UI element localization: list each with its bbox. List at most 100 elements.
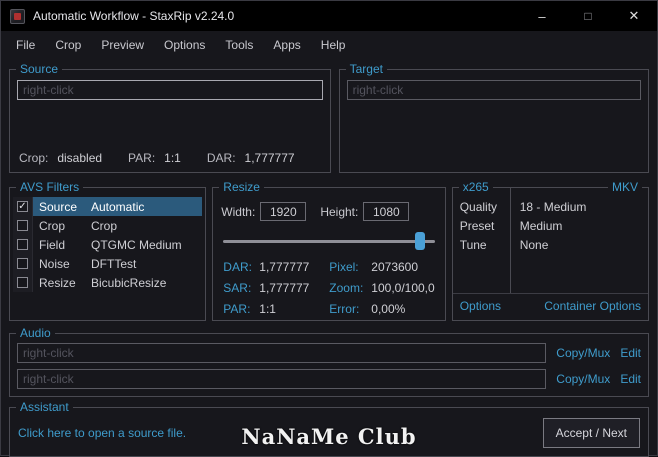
resize-slider-thumb[interactable] bbox=[414, 232, 425, 250]
filter-name: Field bbox=[39, 237, 66, 252]
crop-value: disabled bbox=[57, 151, 103, 165]
window-title: Automatic Workflow - StaxRip v2.24.0 bbox=[33, 9, 235, 23]
audio-track1-copymux-link[interactable]: Copy/Mux bbox=[556, 346, 610, 360]
zoom-value: 100,0/100,0 bbox=[371, 281, 435, 295]
open-source-file-link[interactable]: Click here to open a source file. bbox=[18, 426, 186, 440]
filter-row-noise[interactable]: Noise DFTTest bbox=[13, 254, 202, 273]
app-window: Automatic Workflow - StaxRip v2.24.0 – □… bbox=[0, 0, 658, 457]
quality-value[interactable]: 18 - Medium bbox=[520, 198, 648, 217]
pixel-value: 2073600 bbox=[371, 260, 419, 274]
filter-row-resize[interactable]: Resize BicubicResize bbox=[13, 273, 202, 292]
filter-name: Crop bbox=[39, 218, 66, 233]
filter-value: DFTTest bbox=[91, 256, 137, 271]
encoder-label[interactable]: x265 bbox=[458, 180, 493, 194]
audio-track-2: Copy/Mux Edit bbox=[17, 369, 641, 389]
filter-row-crop[interactable]: Crop Crop bbox=[13, 216, 202, 235]
checkbox-noise[interactable] bbox=[17, 258, 28, 269]
width-input[interactable] bbox=[260, 202, 307, 221]
container-options-link[interactable]: Container Options bbox=[544, 299, 641, 313]
checkbox-resize[interactable] bbox=[17, 277, 28, 288]
filter-row-source[interactable]: ✓ Source Automatic bbox=[13, 197, 203, 216]
par-label: PAR: bbox=[223, 302, 251, 316]
window-controls: – □ ✕ bbox=[519, 1, 657, 31]
error-value: 0,00% bbox=[371, 302, 406, 316]
audio-track2-input[interactable] bbox=[17, 369, 547, 389]
target-groupbox: Target bbox=[338, 62, 649, 173]
resize-stats: DAR: 1,777777 Pixel: 2073600 SAR: 1,7777… bbox=[221, 258, 436, 316]
menu-item-apps[interactable]: Apps bbox=[263, 31, 310, 59]
menu-item-help[interactable]: Help bbox=[311, 31, 356, 59]
par-label: PAR: bbox=[128, 151, 156, 165]
audio-track-1: Copy/Mux Edit bbox=[17, 343, 641, 363]
source-input[interactable] bbox=[17, 80, 323, 100]
filter-value: QTGMC Medium bbox=[91, 237, 182, 252]
avs-filters-group-label: AVS Filters bbox=[16, 180, 84, 194]
filter-value: Automatic bbox=[91, 199, 145, 214]
avs-filters-groupbox: AVS Filters ✓ Source Automatic Crop Crop… bbox=[9, 180, 207, 321]
par-value: 1:1 bbox=[259, 302, 276, 316]
dar-label: DAR: bbox=[223, 260, 252, 274]
audio-track2-copymux-link[interactable]: Copy/Mux bbox=[556, 372, 610, 386]
preset-value[interactable]: Medium bbox=[520, 217, 648, 236]
accept-next-button[interactable]: Accept / Next bbox=[542, 418, 640, 448]
tune-key[interactable]: Tune bbox=[460, 236, 510, 255]
encoder-groupbox: x265 MKV Quality Preset Tune 18 - Medium… bbox=[451, 180, 649, 321]
error-label: Error: bbox=[329, 302, 360, 316]
dar-value: 1,777777 bbox=[244, 151, 295, 165]
zoom-label: Zoom: bbox=[329, 281, 364, 295]
filter-name: Noise bbox=[39, 256, 70, 271]
filter-value: BicubicResize bbox=[91, 275, 167, 290]
menubar: File Crop Preview Options Tools Apps Hel… bbox=[1, 31, 657, 59]
menu-item-file[interactable]: File bbox=[6, 31, 45, 59]
source-stats: Crop: disabled PAR: 1:1 DAR: 1,777777 bbox=[17, 151, 323, 165]
menu-item-options[interactable]: Options bbox=[154, 31, 215, 59]
audio-track1-input[interactable] bbox=[17, 343, 547, 363]
height-label: Height: bbox=[320, 204, 359, 219]
audio-track2-edit-link[interactable]: Edit bbox=[620, 372, 641, 386]
dar-value: 1,777777 bbox=[259, 260, 310, 274]
filter-value: Crop bbox=[91, 218, 118, 233]
minimize-button[interactable]: – bbox=[519, 1, 565, 31]
pixel-label: Pixel: bbox=[329, 260, 359, 274]
crop-label: Crop: bbox=[19, 151, 49, 165]
checkbox-field[interactable] bbox=[17, 239, 28, 250]
container-label[interactable]: MKV bbox=[607, 180, 642, 194]
height-input[interactable] bbox=[363, 202, 410, 221]
menu-item-tools[interactable]: Tools bbox=[215, 31, 263, 59]
checkbox-source[interactable]: ✓ bbox=[17, 201, 28, 212]
resize-groupbox: Resize Width: Height: DAR: 1,777777 bbox=[212, 180, 446, 321]
target-group-label: Target bbox=[345, 62, 387, 76]
tune-value[interactable]: None bbox=[520, 236, 648, 255]
filter-name: Resize bbox=[39, 275, 76, 290]
audio-group-label: Audio bbox=[16, 326, 55, 340]
resize-slider[interactable] bbox=[223, 232, 435, 250]
maximize-button[interactable]: □ bbox=[565, 1, 611, 31]
resize-group-label: Resize bbox=[219, 180, 264, 194]
filter-row-field[interactable]: Field QTGMC Medium bbox=[13, 235, 202, 254]
encoder-setting-values: 18 - Medium Medium None bbox=[511, 188, 648, 293]
sar-label: SAR: bbox=[223, 281, 252, 295]
assistant-groupbox: Assistant Click here to open a source fi… bbox=[9, 400, 649, 457]
width-label: Width: bbox=[221, 204, 256, 219]
app-icon bbox=[10, 8, 25, 24]
audio-track1-edit-link[interactable]: Edit bbox=[620, 346, 641, 360]
menu-item-crop[interactable]: Crop bbox=[45, 31, 91, 59]
source-group-label: Source bbox=[16, 62, 63, 76]
sar-value: 1,777777 bbox=[259, 281, 310, 295]
slider-track bbox=[223, 240, 435, 243]
preset-key[interactable]: Preset bbox=[460, 217, 510, 236]
target-input[interactable] bbox=[346, 80, 641, 100]
dar-label: DAR: bbox=[206, 151, 236, 165]
quality-key[interactable]: Quality bbox=[460, 198, 510, 217]
titlebar: Automatic Workflow - StaxRip v2.24.0 – □… bbox=[1, 1, 657, 31]
main-content: Source Crop: disabled PAR: 1:1 DAR: 1,77… bbox=[1, 59, 657, 457]
checkbox-crop[interactable] bbox=[17, 220, 28, 231]
encoder-options-link[interactable]: Options bbox=[460, 299, 501, 313]
audio-groupbox: Audio Copy/Mux Edit Copy/Mux Edit bbox=[9, 326, 649, 397]
menu-item-preview[interactable]: Preview bbox=[91, 31, 154, 59]
avs-filter-list: ✓ Source Automatic Crop Crop Field QTGMC… bbox=[10, 188, 205, 295]
source-groupbox: Source Crop: disabled PAR: 1:1 DAR: 1,77… bbox=[9, 62, 331, 173]
filter-name: Source bbox=[39, 199, 78, 214]
encoder-setting-keys: Quality Preset Tune bbox=[453, 188, 511, 293]
close-button[interactable]: ✕ bbox=[611, 1, 657, 31]
